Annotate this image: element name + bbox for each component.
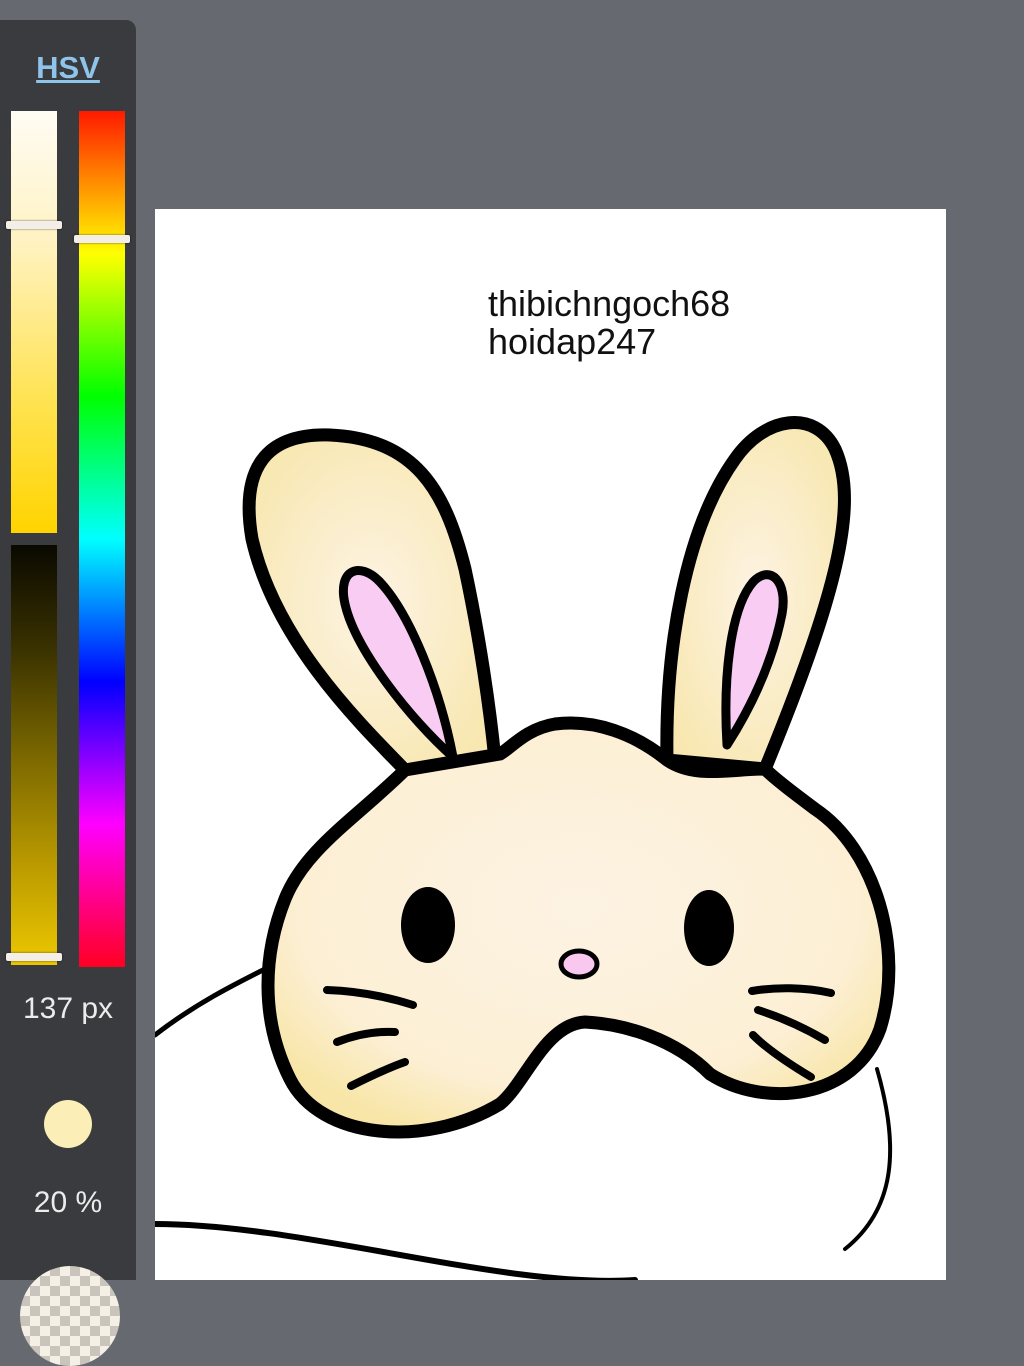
opacity-preview-swatch[interactable] (20, 1266, 120, 1366)
right-eye (684, 890, 734, 966)
opacity-value[interactable]: 20 % (0, 1186, 136, 1220)
brush-size-value[interactable]: 137 px (0, 992, 136, 1026)
left-eye (401, 887, 455, 963)
nose (558, 948, 600, 980)
color-sidebar: HSV 137 px 20 % (0, 20, 136, 1366)
hsv-mode-tab[interactable]: HSV (0, 50, 136, 86)
value-slider[interactable] (6, 545, 62, 965)
bunny-drawing (155, 416, 896, 1280)
saturation-slider[interactable] (6, 111, 62, 533)
saturation-slider-handle[interactable] (6, 221, 62, 229)
drawing-canvas[interactable]: thibichngoch68 hoidap247 (155, 209, 946, 1280)
value-slider-handle[interactable] (6, 953, 62, 961)
current-color-swatch[interactable] (44, 1100, 92, 1148)
hue-slider-handle[interactable] (74, 235, 130, 243)
hue-slider[interactable] (74, 111, 130, 967)
